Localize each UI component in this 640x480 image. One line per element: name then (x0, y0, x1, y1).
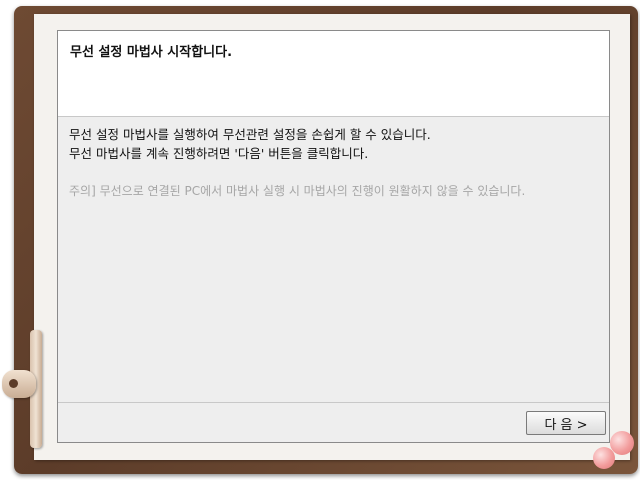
wizard-title: 무선 설정 마법사 시작합니다. (70, 45, 233, 60)
clipboard-clip (0, 330, 44, 448)
wizard-footer: 다 음 > (58, 403, 609, 442)
wizard-body: 무선 설정 마법사를 실행하여 무선관련 설정을 손쉽게 할 수 있습니다. 무… (58, 117, 609, 403)
decor-ball-icon (610, 431, 634, 455)
description-line-2: 무선 마법사를 계속 진행하려면 '다음' 버튼을 클릭합니다. (69, 146, 369, 161)
wizard-header: 무선 설정 마법사 시작합니다. (58, 31, 609, 117)
wizard-window: 무선 설정 마법사 시작합니다. 무선 설정 마법사를 실행하여 무선관련 설정… (57, 30, 610, 443)
description-line-1: 무선 설정 마법사를 실행하여 무선관련 설정을 손쉽게 할 수 있습니다. (69, 127, 431, 142)
page: 무선 설정 마법사 시작합니다. 무선 설정 마법사를 실행하여 무선관련 설정… (0, 0, 640, 480)
clip-knob (2, 370, 36, 398)
warning-note: 주의] 무선으로 연결된 PC에서 마법사 실행 시 마법사의 진행이 원활하지… (69, 184, 526, 198)
next-button[interactable]: 다 음 > (526, 411, 606, 435)
clip-hole (9, 379, 18, 388)
